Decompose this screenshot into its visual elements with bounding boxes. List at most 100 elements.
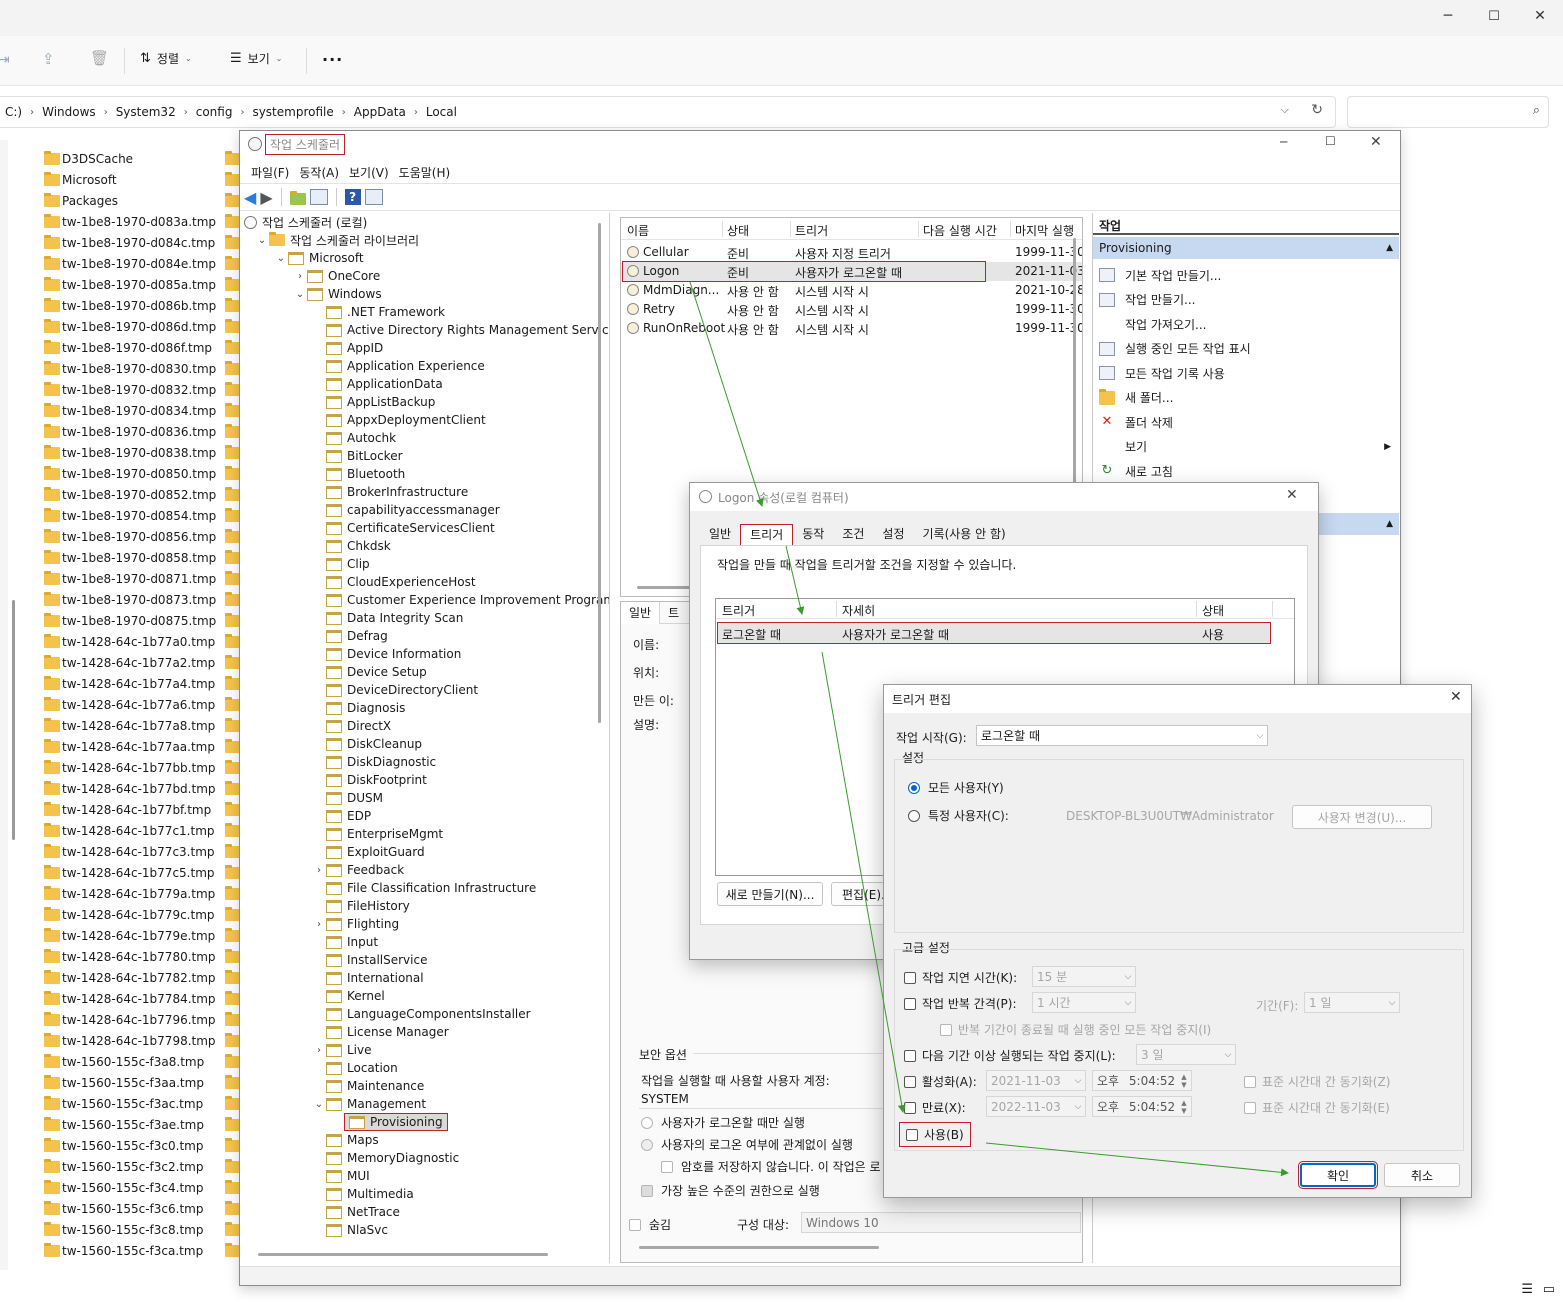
minimize-icon[interactable]: ─	[1425, 8, 1471, 24]
radio[interactable]	[908, 809, 920, 822]
tree-item[interactable]: AppListBackup	[244, 393, 604, 411]
file-item[interactable]: tw-1be8-1970-d0875.tmp	[44, 610, 234, 631]
breadcrumb-item[interactable]: config	[192, 105, 237, 119]
breadcrumb-item[interactable]: C:)	[1, 105, 26, 119]
repeat-select[interactable]: 1 시간 ⌵	[1032, 992, 1136, 1013]
run-when-logged-on[interactable]: 사용자가 로그온할 때만 실행	[641, 1114, 805, 1131]
sync-tz-2[interactable]: 표준 시간대 간 동기화(E)	[1244, 1099, 1390, 1116]
stop-longer-checkbox[interactable]: 다음 기간 이상 실행되는 작업 중지(L):	[904, 1047, 1116, 1064]
tree-item[interactable]: Bluetooth	[244, 465, 604, 483]
tree-item[interactable]: BitLocker	[244, 447, 604, 465]
file-item-partial[interactable]	[225, 337, 239, 358]
col-detail[interactable]: 자세히	[842, 602, 875, 619]
table-row[interactable]: Cellular 준비 사용자 지정 트리거 1999-11-30	[621, 243, 1082, 262]
file-item[interactable]: tw-1428-64c-1b7784.tmp	[44, 988, 234, 1009]
tree-item[interactable]: DiskFootprint	[244, 771, 604, 789]
chevron-right-icon[interactable]: ›	[312, 919, 326, 930]
col-trigger[interactable]: 트리거	[722, 602, 755, 619]
delay-select[interactable]: 15 분 ⌵	[1032, 966, 1136, 987]
expire-date[interactable]: 2022-11-03 ⌵	[986, 1096, 1086, 1117]
file-item[interactable]: tw-1428-64c-1b77bd.tmp	[44, 778, 234, 799]
checkbox[interactable]	[1244, 1075, 1256, 1088]
file-item[interactable]: tw-1be8-1970-d0850.tmp	[44, 463, 234, 484]
file-item[interactable]: Packages	[44, 190, 234, 211]
file-item[interactable]: tw-1be8-1970-d0856.tmp	[44, 526, 234, 547]
tree-item[interactable]: ApplicationData	[244, 375, 604, 393]
props-tab[interactable]: 트리거	[740, 523, 794, 545]
file-item[interactable]: tw-1be8-1970-d086d.tmp	[44, 316, 234, 337]
action-item[interactable]: ✕ 폴더 삭제	[1093, 410, 1399, 435]
tree-item[interactable]: Maintenance	[244, 1077, 604, 1095]
breadcrumb-item[interactable]: System32	[112, 105, 180, 119]
checkbox[interactable]	[940, 1023, 952, 1036]
file-item[interactable]: tw-1560-155c-f3c2.tmp	[44, 1156, 234, 1177]
spin-icon[interactable]: ▲ ▼	[1177, 1099, 1191, 1115]
file-item-partial[interactable]	[225, 274, 239, 295]
export-icon[interactable]: ⇪	[42, 50, 55, 68]
chevron-down-icon[interactable]: ⌄	[312, 1099, 326, 1110]
chevron-right-icon[interactable]: ›	[312, 865, 326, 876]
radio[interactable]	[641, 1116, 653, 1129]
col-status[interactable]: 상태	[1202, 602, 1224, 619]
tree-item[interactable]: DUSM	[244, 789, 604, 807]
breadcrumb-item[interactable]: systemprofile	[248, 105, 337, 119]
file-item-partial[interactable]	[225, 1030, 239, 1051]
checkbox[interactable]	[904, 1101, 916, 1114]
tree-item[interactable]: .NET Framework	[244, 303, 604, 321]
menu-item[interactable]: 도움말(H)	[394, 164, 456, 181]
checkbox[interactable]	[904, 971, 916, 984]
file-item-partial[interactable]	[225, 883, 239, 904]
action-item[interactable]: 모든 작업 기록 사용	[1093, 361, 1399, 386]
do-not-store-password[interactable]: 암호를 저장하지 않습니다. 이 작업은 로	[661, 1158, 881, 1175]
tree-item[interactable]: Kernel	[244, 987, 604, 1005]
file-item-partial[interactable]	[225, 1051, 239, 1072]
tree-item[interactable]: Defrag	[244, 627, 604, 645]
file-item-partial[interactable]	[225, 169, 239, 190]
tree-item[interactable]: Customer Experience Improvement Program	[244, 591, 609, 609]
tree-item[interactable]: AppxDeploymentClient	[244, 411, 604, 429]
file-item[interactable]: tw-1be8-1970-d0830.tmp	[44, 358, 234, 379]
menu-item[interactable]: 동작(A)	[294, 164, 344, 181]
file-item[interactable]: tw-1428-64c-1b779a.tmp	[44, 883, 234, 904]
tree-item[interactable]: CloudExperienceHost	[244, 573, 604, 591]
menu-item[interactable]: 보기(V)	[344, 164, 394, 181]
file-item-partial[interactable]	[225, 820, 239, 841]
new-trigger-button[interactable]: 새로 만들기(N)...	[717, 882, 823, 906]
tree-item[interactable]: DeviceDirectoryClient	[244, 681, 604, 699]
table-row[interactable]: 로그온할 때 사용자가 로그온할 때 사용	[717, 622, 1271, 644]
file-item-partial[interactable]	[225, 589, 239, 610]
file-item[interactable]: tw-1be8-1970-d084c.tmp	[44, 232, 234, 253]
file-item[interactable]: D3DSCache	[44, 148, 234, 169]
file-item-partial[interactable]	[225, 631, 239, 652]
maximize-icon[interactable]: ☐	[1325, 134, 1336, 148]
tree-item[interactable]: Input	[244, 933, 604, 951]
run-highest-privileges[interactable]: 가장 높은 수준의 권한으로 실행	[641, 1182, 820, 1199]
file-item[interactable]: tw-1560-155c-f3c8.tmp	[44, 1219, 234, 1240]
table-row[interactable]: RunOnReboot 사용 안 함 시스템 시작 시 1999-11-30	[621, 319, 1082, 338]
checkbox[interactable]	[904, 997, 916, 1010]
nav-scrollbar[interactable]	[12, 600, 15, 840]
chevron-right-icon[interactable]: ›	[312, 1045, 326, 1056]
duration-select[interactable]: 1 일 ⌵	[1304, 992, 1400, 1013]
tree-item[interactable]: Diagnosis	[244, 699, 604, 717]
tree-item[interactable]: FileHistory	[244, 897, 604, 915]
file-item-partial[interactable]	[225, 442, 239, 463]
file-item[interactable]: tw-1560-155c-f3ac.tmp	[44, 1093, 234, 1114]
any-user-radio[interactable]: 모든 사용자(Y)	[908, 779, 1004, 796]
file-item-partial[interactable]	[225, 400, 239, 421]
file-item-partial[interactable]	[225, 841, 239, 862]
tree-item[interactable]: Autochk	[244, 429, 604, 447]
file-item-partial[interactable]	[225, 358, 239, 379]
file-item[interactable]: tw-1428-64c-1b7782.tmp	[44, 967, 234, 988]
file-item[interactable]: tw-1428-64c-1b77c5.tmp	[44, 862, 234, 883]
close-icon[interactable]: ✕	[1450, 689, 1462, 705]
view-button[interactable]: ☰ 보기 ⌄	[230, 50, 282, 67]
table-row[interactable]: Logon 준비 사용자가 로그온할 때 2021-11-03	[621, 261, 1082, 282]
breadcrumb-item[interactable]: Local	[422, 105, 461, 119]
chevron-down-icon[interactable]: ⌄	[274, 253, 288, 264]
file-item-partial[interactable]	[225, 1219, 239, 1240]
tree-item[interactable]: capabilityaccessmanager	[244, 501, 604, 519]
file-item[interactable]: tw-1be8-1970-d0834.tmp	[44, 400, 234, 421]
menu-item[interactable]: 파일(F)	[246, 164, 294, 181]
close-icon[interactable]: ✕	[1370, 134, 1382, 150]
